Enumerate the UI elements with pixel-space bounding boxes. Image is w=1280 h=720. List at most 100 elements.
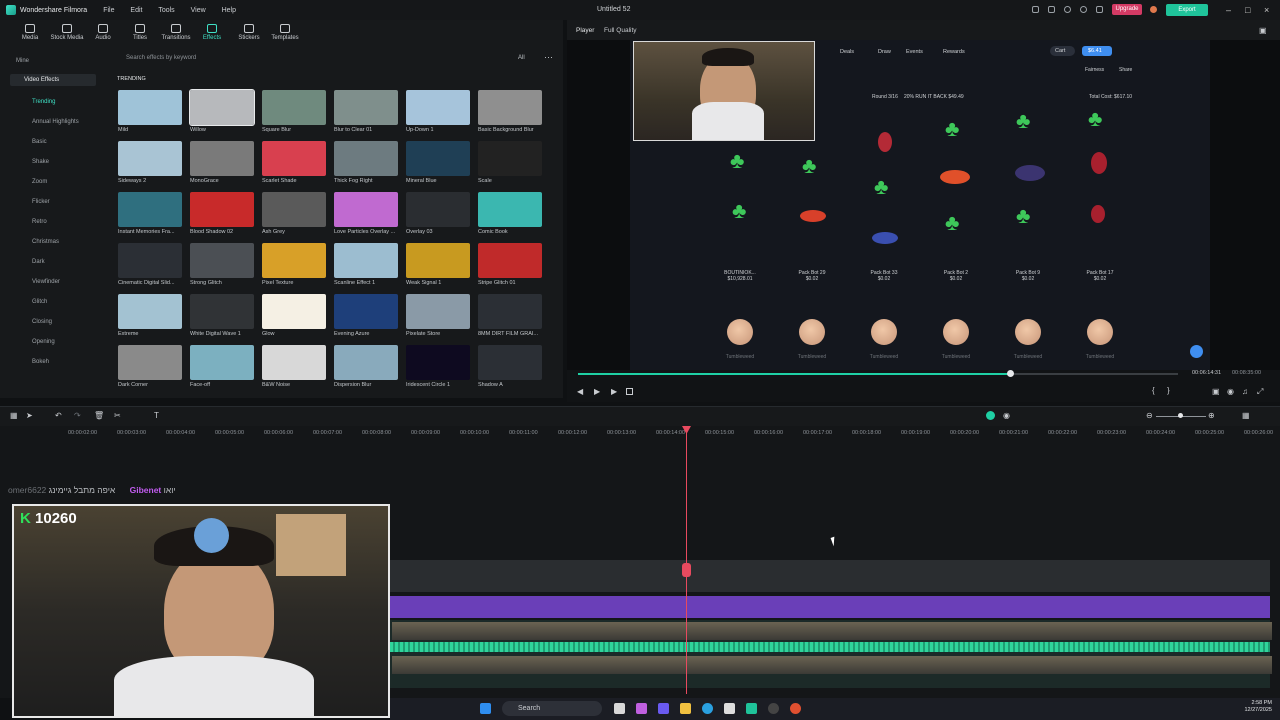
snapshot-icon[interactable]: ▣ bbox=[1259, 26, 1267, 35]
effect-item[interactable]: Pixel Texture bbox=[262, 243, 326, 286]
effect-item[interactable]: Mild bbox=[118, 90, 182, 133]
effect-item[interactable]: B&W Noise bbox=[262, 345, 326, 388]
effect-item[interactable]: Ash Grey bbox=[262, 192, 326, 235]
sidebar-mine[interactable]: Mine bbox=[16, 58, 29, 64]
effect-item[interactable]: Glow bbox=[262, 294, 326, 337]
sidebar-item[interactable]: Viewfinder bbox=[32, 279, 60, 285]
sidebar-item[interactable]: Zoom bbox=[32, 179, 47, 185]
render-icon[interactable] bbox=[986, 411, 995, 420]
volume-icon[interactable]: ♫ bbox=[1242, 387, 1248, 396]
effect-item[interactable]: Blur to Clear 01 bbox=[334, 90, 398, 133]
effect-item[interactable]: Up-Down 1 bbox=[406, 90, 470, 133]
effect-item[interactable]: Face-off bbox=[190, 345, 254, 388]
upgrade-button[interactable]: Upgrade bbox=[1112, 4, 1142, 15]
sidebar-item[interactable]: Shake bbox=[32, 159, 49, 165]
effect-item[interactable]: Scarlet Shade bbox=[262, 141, 326, 184]
effect-item[interactable]: MonoGrace bbox=[190, 141, 254, 184]
tab-templates[interactable]: Templates bbox=[265, 24, 305, 41]
play-icon[interactable]: ▶ bbox=[611, 387, 617, 396]
tab-titles[interactable]: Titles bbox=[120, 24, 160, 41]
gift-icon[interactable] bbox=[1096, 6, 1103, 13]
sidebar-item[interactable]: Flicker bbox=[32, 199, 50, 205]
sidebar-item[interactable]: Annual Highlights bbox=[32, 119, 79, 125]
tab-media[interactable]: Media bbox=[10, 24, 50, 41]
store-icon[interactable] bbox=[724, 703, 735, 714]
layout-icon[interactable]: ▦ bbox=[1242, 411, 1250, 420]
effect-item[interactable]: Iridescent Circle 1 bbox=[406, 345, 470, 388]
layout-grid-icon[interactable]: ▦ bbox=[10, 411, 18, 420]
step-back-icon[interactable]: ◀ bbox=[577, 387, 583, 396]
chrome-icon[interactable] bbox=[790, 703, 801, 714]
effect-item[interactable]: Strong Glitch bbox=[190, 243, 254, 286]
undo-icon[interactable]: ↶ bbox=[55, 411, 62, 420]
cloud-icon[interactable] bbox=[1064, 6, 1071, 13]
sidebar-video-effects[interactable]: Video Effects bbox=[10, 74, 96, 86]
close-icon[interactable]: × bbox=[1264, 5, 1269, 15]
text-tool-icon[interactable]: T bbox=[154, 411, 159, 420]
effect-item[interactable]: Blood Shadow 02 bbox=[190, 192, 254, 235]
filter-dropdown[interactable]: All bbox=[518, 55, 525, 61]
sidebar-item[interactable]: Basic bbox=[32, 139, 47, 145]
effect-item[interactable]: Instant Memories Fra... bbox=[118, 192, 182, 235]
effect-item[interactable]: Comic Book bbox=[478, 192, 542, 235]
select-tool-icon[interactable]: ➤ bbox=[26, 411, 33, 420]
sidebar-item[interactable]: Dark bbox=[32, 259, 45, 265]
effect-item[interactable]: Weak Signal 1 bbox=[406, 243, 470, 286]
tab-transitions[interactable]: Transitions bbox=[156, 24, 196, 41]
obs-icon[interactable] bbox=[768, 703, 779, 714]
playhead[interactable] bbox=[686, 428, 687, 694]
effect-item[interactable]: Thick Fog Right bbox=[334, 141, 398, 184]
effect-item[interactable]: Overlay 03 bbox=[406, 192, 470, 235]
effect-item[interactable]: White Digital Wave 1 bbox=[190, 294, 254, 337]
more-options-icon[interactable]: ⋯ bbox=[544, 52, 553, 63]
progress-bar[interactable] bbox=[578, 370, 1178, 377]
delete-icon[interactable]: 🗑 bbox=[94, 411, 104, 420]
effect-item[interactable]: Dark Corner bbox=[118, 345, 182, 388]
step-forward-icon[interactable]: ▶ bbox=[594, 387, 600, 396]
layout-icon[interactable] bbox=[1032, 6, 1039, 13]
stop-icon[interactable] bbox=[626, 388, 633, 395]
edge-icon[interactable] bbox=[702, 703, 713, 714]
zoom-in-icon[interactable]: ⊕ bbox=[1208, 411, 1215, 420]
sidebar-item-trending[interactable]: Trending bbox=[32, 99, 55, 105]
teams-icon[interactable] bbox=[658, 703, 669, 714]
tab-stock-media[interactable]: Stock Media bbox=[47, 24, 87, 41]
menu-file[interactable]: File bbox=[103, 7, 114, 14]
record-icon[interactable]: ◉ bbox=[1003, 411, 1010, 420]
redo-icon[interactable]: ↷ bbox=[74, 411, 81, 420]
sidebar-item[interactable]: Opening bbox=[32, 339, 55, 345]
effect-item[interactable]: Shadow A bbox=[478, 345, 542, 388]
track-clip[interactable] bbox=[390, 560, 1270, 592]
sidebar-item[interactable]: Glitch bbox=[32, 299, 47, 305]
effect-item[interactable]: Square Blur bbox=[262, 90, 326, 133]
monitor-icon[interactable] bbox=[1048, 6, 1055, 13]
filmora-icon[interactable] bbox=[746, 703, 757, 714]
effect-item[interactable]: Sideways 2 bbox=[118, 141, 182, 184]
effect-item[interactable]: Mineral Blue bbox=[406, 141, 470, 184]
audio-clip[interactable] bbox=[390, 596, 1270, 618]
progress-knob[interactable] bbox=[1007, 370, 1014, 377]
zoom-out-icon[interactable]: ⊖ bbox=[1146, 411, 1153, 420]
screenshot-icon[interactable]: ▣ bbox=[1212, 387, 1220, 396]
effect-item[interactable]: Evening Azure bbox=[334, 294, 398, 337]
timeline-ruler[interactable]: 00:00:02:00 00:00:03:00 00:00:04:00 00:00:0… bbox=[0, 426, 1280, 440]
support-icon[interactable] bbox=[1080, 6, 1087, 13]
system-clock[interactable]: 2:58 PM 12/27/2025 bbox=[1230, 700, 1272, 714]
export-button[interactable]: Export bbox=[1166, 4, 1208, 16]
menu-tools[interactable]: Tools bbox=[158, 7, 174, 14]
effect-item[interactable]: Willow bbox=[189, 89, 255, 133]
effect-item[interactable]: Dispersion Blur bbox=[334, 345, 398, 388]
menu-help[interactable]: Help bbox=[222, 7, 236, 14]
minimize-icon[interactable]: – bbox=[1226, 5, 1231, 15]
mark-in-icon[interactable]: { bbox=[1152, 386, 1155, 395]
split-icon[interactable]: ✂ bbox=[114, 411, 121, 420]
file-explorer-icon[interactable] bbox=[680, 703, 691, 714]
windows-start-icon[interactable] bbox=[480, 703, 491, 714]
menu-view[interactable]: View bbox=[191, 7, 206, 14]
camera-icon[interactable]: ◉ bbox=[1227, 387, 1234, 396]
effect-item[interactable]: Cinematic Digital Slid... bbox=[118, 243, 182, 286]
tab-audio[interactable]: Audio bbox=[83, 24, 123, 41]
search-input[interactable]: Search effects by keyword bbox=[116, 52, 552, 65]
effect-item[interactable]: 8MM DIRT FILM GRAI... bbox=[478, 294, 542, 337]
tab-stickers[interactable]: Stickers bbox=[229, 24, 269, 41]
